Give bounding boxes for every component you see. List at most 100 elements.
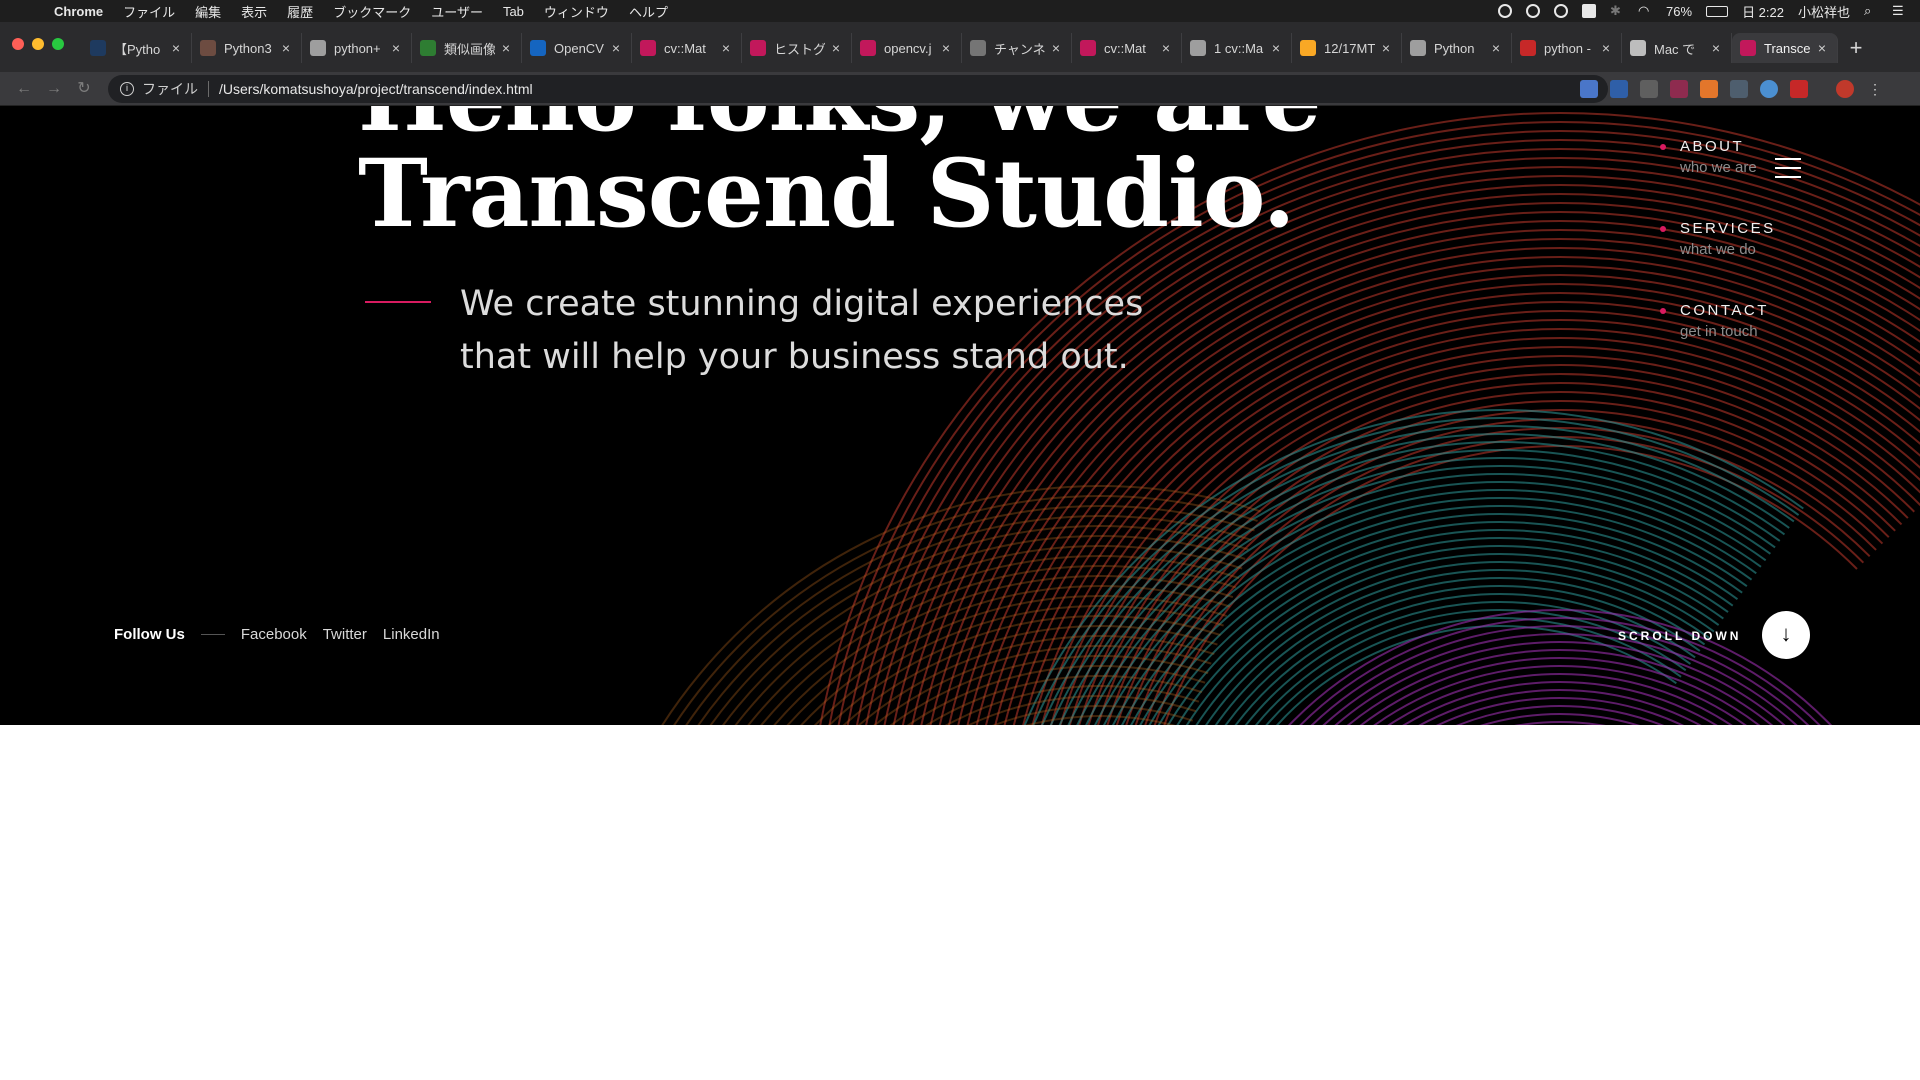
tab[interactable]: 12/17MT ×	[1292, 33, 1402, 63]
new-tab-button[interactable]: +	[1843, 35, 1869, 61]
tab[interactable]: Python3 ×	[192, 33, 302, 63]
menu-bookmarks[interactable]: ブックマーク	[333, 2, 411, 21]
light-trail	[1244, 601, 1692, 725]
info-icon[interactable]: i	[120, 82, 134, 96]
record-icon[interactable]	[1498, 4, 1513, 18]
tab[interactable]: python - ×	[1512, 33, 1622, 63]
menu-history[interactable]: 履歴	[287, 2, 313, 21]
menu-tab[interactable]: Tab	[503, 4, 524, 19]
tab-close-icon[interactable]: ×	[939, 40, 953, 56]
input-method-icon[interactable]	[1582, 4, 1597, 18]
tab-active[interactable]: Transce ×	[1732, 33, 1838, 63]
menu-help[interactable]: ヘルプ	[629, 2, 668, 21]
menu-user[interactable]: ユーザー	[431, 2, 483, 21]
tab-list: 【Pytho × Python3 × python+ × 類似画像 × OpenCV × cv::M…	[82, 33, 1838, 63]
menu-window[interactable]: ウィンドウ	[544, 2, 609, 21]
tab[interactable]: 類似画像 ×	[412, 33, 522, 63]
tab[interactable]: python+ ×	[302, 33, 412, 63]
tab-favicon-icon	[970, 40, 986, 56]
address-url[interactable]: /Users/komatsushoya/project/transcend/in…	[219, 81, 533, 97]
grammarly-icon[interactable]	[1526, 4, 1541, 18]
nav-item-services[interactable]: SERVICES what we do	[1660, 220, 1776, 302]
youtube-extension-icon[interactable]	[1790, 80, 1808, 98]
tab-close-icon[interactable]: ×	[719, 40, 733, 56]
tab[interactable]: 1 cv::Ma ×	[1182, 33, 1292, 63]
tab[interactable]: cv::Mat ×	[632, 33, 742, 63]
social-link-linkedin[interactable]: LinkedIn	[383, 626, 440, 643]
reload-icon[interactable]: ↻	[74, 79, 94, 99]
tab-close-icon[interactable]: ×	[1489, 40, 1503, 56]
battery-icon[interactable]	[1706, 5, 1729, 17]
menubar-clock[interactable]: 日 2:22	[1742, 2, 1784, 21]
browser-toolbar: ← → ↻ i ファイル /Users/komatsushoya/project…	[0, 72, 1920, 106]
tab-title: OpenCV	[554, 40, 604, 56]
menubar-user[interactable]: 小松祥也	[1798, 2, 1850, 21]
translate-extension-icon[interactable]	[1580, 80, 1598, 98]
hero-tagline-line-1: We create stunning digital experiences	[460, 284, 1144, 324]
adblock-extension-icon[interactable]	[1670, 80, 1688, 98]
tab[interactable]: OpenCV ×	[522, 33, 632, 63]
tab-favicon-icon	[1410, 40, 1426, 56]
menu-file[interactable]: ファイル	[123, 2, 175, 21]
tab[interactable]: Python ×	[1402, 33, 1512, 63]
spotlight-search-icon[interactable]: ⌕	[1864, 4, 1878, 18]
tab-close-icon[interactable]: ×	[279, 40, 293, 56]
wifi-icon[interactable]: ◠	[1638, 4, 1652, 18]
tab-favicon-icon	[310, 40, 326, 56]
nav-item-about[interactable]: ABOUT who we are	[1660, 138, 1776, 220]
globe-extension-icon[interactable]	[1760, 80, 1778, 98]
tab-close-icon[interactable]: ×	[1049, 40, 1063, 56]
nav-item-contact[interactable]: CONTACT get in touch	[1660, 302, 1776, 384]
tab[interactable]: 【Pytho ×	[82, 33, 192, 63]
fox-extension-icon[interactable]	[1700, 80, 1718, 98]
close-window-button[interactable]	[12, 38, 24, 50]
profile-avatar-icon[interactable]	[1836, 80, 1854, 98]
forward-arrow-icon[interactable]: →	[44, 79, 64, 99]
notification-center-icon[interactable]: ☰	[1892, 4, 1906, 18]
scroll-down-arrow-icon[interactable]: ↓	[1762, 611, 1810, 659]
tab-close-icon[interactable]: ×	[829, 40, 843, 56]
menu-edit[interactable]: 編集	[195, 2, 221, 21]
tab-close-icon[interactable]: ×	[1815, 40, 1829, 56]
tab[interactable]: opencv.j ×	[852, 33, 962, 63]
tab-close-icon[interactable]: ×	[499, 40, 513, 56]
tab-close-icon[interactable]: ×	[1599, 40, 1613, 56]
tab-title: python+	[334, 40, 381, 56]
nav-dot-icon	[1660, 226, 1666, 232]
tab[interactable]: ヒストグ ×	[742, 33, 852, 63]
more-options-icon[interactable]: ⋮	[1866, 80, 1884, 98]
social-link-twitter[interactable]: Twitter	[323, 626, 367, 643]
tab[interactable]: チャンネ ×	[962, 33, 1072, 63]
dictionary-extension-icon[interactable]	[1610, 80, 1628, 98]
selenium-extension-icon[interactable]	[1730, 80, 1748, 98]
camera-extension-icon[interactable]	[1640, 80, 1658, 98]
tab-title: Transce	[1764, 40, 1811, 56]
tab[interactable]: cv::Mat ×	[1072, 33, 1182, 63]
address-bar[interactable]: i ファイル /Users/komatsushoya/project/trans…	[108, 75, 1608, 103]
scroll-down-label[interactable]: SCROLL DOWN	[1618, 629, 1741, 643]
back-arrow-icon[interactable]: ←	[14, 79, 34, 99]
tab-close-icon[interactable]: ×	[389, 40, 403, 56]
tab-title: Mac で	[1654, 41, 1696, 57]
tab-close-icon[interactable]: ×	[609, 40, 623, 56]
tab-close-icon[interactable]: ×	[1379, 40, 1393, 56]
tab-close-icon[interactable]: ×	[1159, 40, 1173, 56]
tab-title: 1 cv::Ma	[1214, 40, 1264, 56]
tab[interactable]: Mac で ×	[1622, 33, 1732, 63]
tab-close-icon[interactable]: ×	[169, 40, 183, 56]
menu-view[interactable]: 表示	[241, 2, 267, 21]
bluetooth-icon[interactable]: ✱	[1610, 4, 1624, 18]
hamburger-menu-icon[interactable]	[1775, 158, 1801, 178]
minimize-window-button[interactable]	[32, 38, 44, 50]
tab-favicon-icon	[1300, 40, 1316, 56]
cloud-icon[interactable]	[1554, 4, 1569, 18]
tab-close-icon[interactable]: ×	[1269, 40, 1283, 56]
social-link-facebook[interactable]: Facebook	[241, 626, 307, 643]
window-controls	[12, 38, 64, 50]
tab-title: 【Pytho	[114, 41, 161, 57]
maximize-window-button[interactable]	[52, 38, 64, 50]
tab-favicon-icon	[530, 40, 546, 56]
menu-app-name[interactable]: Chrome	[54, 4, 103, 19]
tab-close-icon[interactable]: ×	[1709, 40, 1723, 56]
menubar-tray: ✱ ◠ 76% 日 2:22 小松祥也 ⌕ ☰	[1498, 0, 1906, 22]
